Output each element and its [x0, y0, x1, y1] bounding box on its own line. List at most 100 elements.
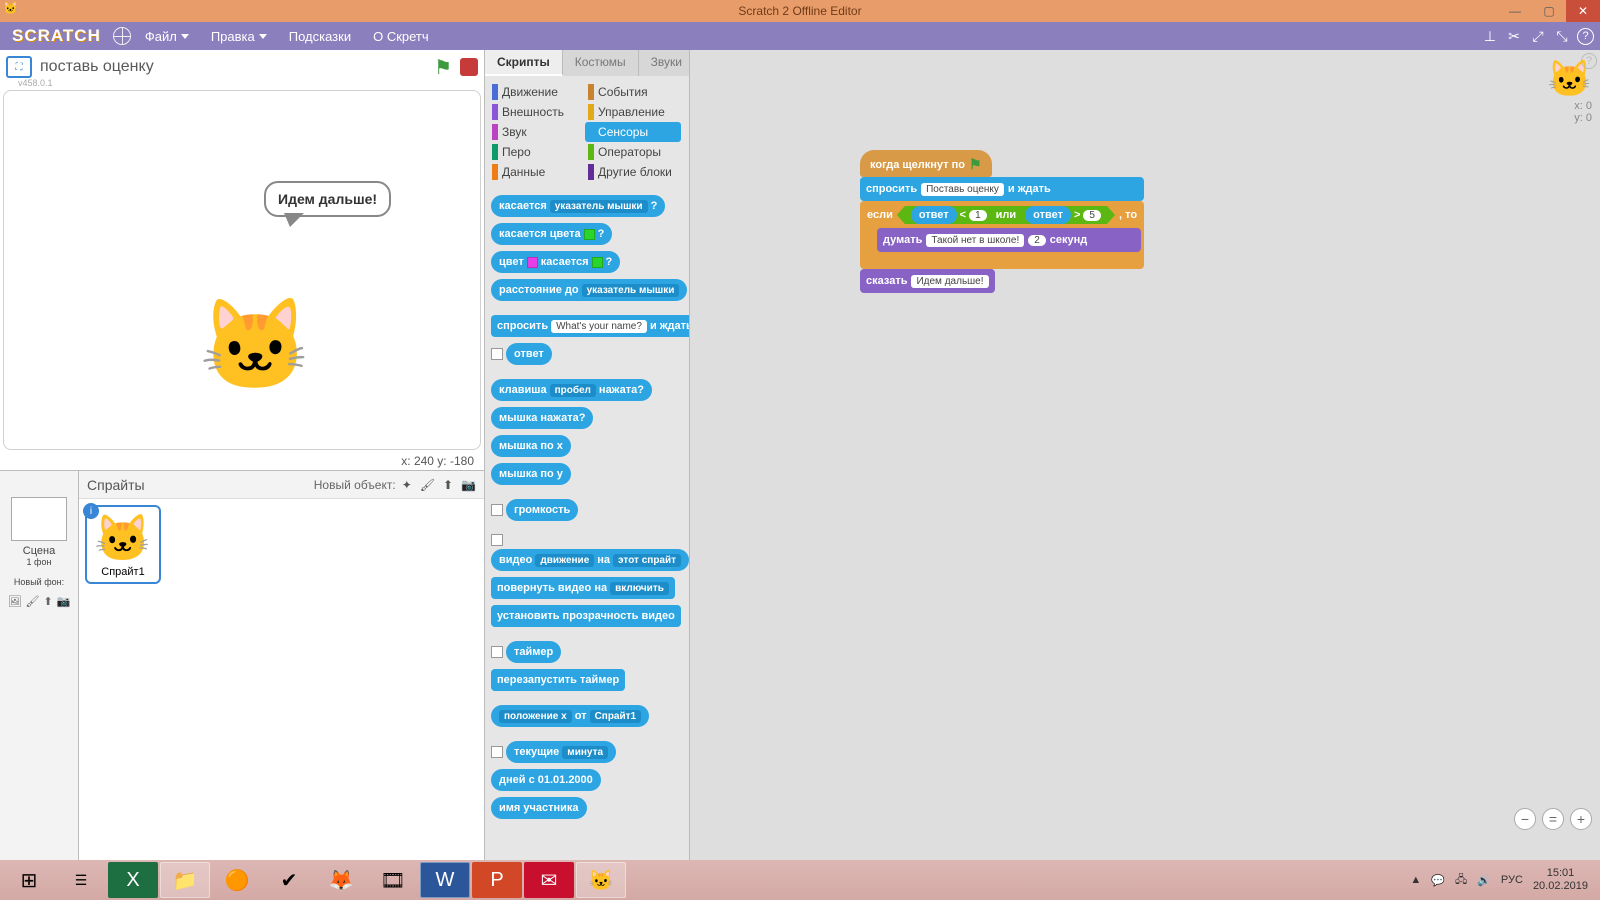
block-reset-timer[interactable]: перезапустить таймер — [491, 669, 625, 691]
minimize-button[interactable]: — — [1498, 0, 1532, 22]
stage-thumbnail[interactable] — [11, 497, 67, 541]
tab-sounds[interactable]: Звуки — [639, 50, 695, 76]
tray-network-icon[interactable]: 🖧 — [1455, 871, 1467, 890]
language-icon[interactable] — [113, 27, 131, 45]
zoom-out-icon[interactable]: − — [1514, 808, 1536, 830]
blender-icon[interactable]: 🟠 — [212, 862, 262, 898]
script-stack[interactable]: когда щелкнут по⚑ спроситьПоставь оценку… — [860, 150, 1144, 293]
block-ask-and-wait[interactable]: спроситьПоставь оценкуи ждать — [860, 177, 1144, 201]
powerpoint-icon[interactable]: P — [472, 862, 522, 898]
cat-motion[interactable]: Движение — [489, 82, 585, 102]
tips-menu[interactable]: Подсказки — [281, 29, 359, 44]
explorer-icon[interactable]: 📁 — [160, 862, 210, 898]
block-turn-video[interactable]: повернуть видео навключить — [491, 577, 675, 599]
cat-more[interactable]: Другие блоки — [585, 162, 681, 182]
help-icon[interactable]: ? — [1577, 28, 1594, 45]
tray-volume-icon[interactable]: 🔊 — [1477, 874, 1491, 887]
monitor-answer-checkbox[interactable] — [491, 348, 503, 360]
block-touching-color[interactable]: касается цвета? — [491, 223, 612, 245]
block-ask[interactable]: спроситьWhat's your name?и ждать — [491, 315, 689, 337]
block-current-time[interactable]: текущиеминута — [506, 741, 616, 763]
grow-tool-icon[interactable]: ⤢ — [1529, 27, 1547, 45]
cat-data[interactable]: Данные — [489, 162, 585, 182]
excel-icon[interactable]: X — [108, 862, 158, 898]
cat-sensing[interactable]: Сенсоры — [585, 122, 681, 142]
tray-up-icon[interactable]: ▲ — [1410, 874, 1421, 886]
block-attribute-of[interactable]: положение xотСпрайт1 — [491, 705, 649, 727]
mail-icon[interactable]: ✉ — [524, 862, 574, 898]
notes-icon[interactable]: ✔ — [264, 862, 314, 898]
maximize-button[interactable]: ▢ — [1532, 0, 1566, 22]
task-view-icon[interactable]: ☰ — [56, 862, 106, 898]
block-answer[interactable]: ответ — [506, 343, 552, 365]
scratch-taskbar-icon[interactable]: 🐱 — [576, 862, 626, 898]
menubar: SCRATCH Файл Правка Подсказки О Скретч ⊥… — [0, 22, 1600, 50]
zoom-reset-icon[interactable]: = — [1542, 808, 1564, 830]
fullscreen-icon[interactable]: ⛶ — [6, 56, 32, 78]
close-button[interactable]: ✕ — [1566, 0, 1600, 22]
cat-looks[interactable]: Внешность — [489, 102, 585, 122]
media-icon[interactable]: 🎞 — [368, 862, 418, 898]
block-key-pressed[interactable]: клавишапробелнажата? — [491, 379, 652, 401]
block-username[interactable]: имя участника — [491, 797, 587, 819]
zoom-in-icon[interactable]: + — [1570, 808, 1592, 830]
sprite-cat[interactable]: 🐱 — [199, 301, 311, 391]
sprite-item-1[interactable]: i 🐱 Спрайт1 — [85, 505, 161, 584]
about-menu[interactable]: О Скретч — [365, 29, 437, 44]
backdrop-paint-icon[interactable]: 🖌 — [26, 595, 40, 608]
block-distance-to[interactable]: расстояние доуказатель мышки — [491, 279, 687, 301]
backdrop-library-icon[interactable]: 🖼 — [8, 595, 22, 608]
cat-events[interactable]: События — [585, 82, 681, 102]
cat-pen[interactable]: Перо — [489, 142, 585, 162]
block-think-for-secs[interactable]: думатьТакой нет в школе!2секунд — [877, 228, 1141, 252]
script-help-icon[interactable]: ? — [1581, 53, 1597, 69]
backdrop-camera-icon[interactable]: 📷 — [57, 595, 71, 608]
block-loudness[interactable]: громкость — [506, 499, 578, 521]
stage[interactable]: Идем дальше! 🐱 — [3, 90, 481, 450]
edit-menu[interactable]: Правка — [203, 29, 275, 44]
block-color-touching[interactable]: цветкасается? — [491, 251, 620, 273]
monitor-timer-checkbox[interactable] — [491, 646, 503, 658]
block-touching[interactable]: касаетсяуказатель мышки? — [491, 195, 665, 217]
sprite-upload-icon[interactable]: ⬆ — [443, 478, 453, 492]
backdrop-upload-icon[interactable]: ⬆ — [44, 595, 53, 608]
firefox-icon[interactable]: 🦊 — [316, 862, 366, 898]
monitor-loudness-checkbox[interactable] — [491, 504, 503, 516]
block-mouse-x[interactable]: мышка по x — [491, 435, 571, 457]
sprite-paint-icon[interactable]: 🖌 — [420, 478, 435, 492]
shrink-tool-icon[interactable]: ⤡ — [1553, 27, 1571, 45]
monitor-video-checkbox[interactable] — [491, 534, 503, 546]
sprite-info-icon[interactable]: i — [83, 503, 99, 519]
block-video-transparency[interactable]: установить прозрачность видео — [491, 605, 681, 627]
monitor-current-checkbox[interactable] — [491, 746, 503, 758]
block-video-on[interactable]: видеодвижениенаэтот спрайт — [491, 549, 689, 571]
block-when-flag-clicked[interactable]: когда щелкнут по⚑ — [860, 150, 992, 177]
cat-control[interactable]: Управление — [585, 102, 681, 122]
block-if-then[interactable]: если ответ < 1 или ответ > 5 — [860, 201, 1144, 269]
stamp-tool-icon[interactable]: ⊥ — [1481, 27, 1499, 45]
stop-button[interactable] — [460, 58, 478, 76]
tab-costumes[interactable]: Костюмы — [563, 50, 639, 76]
tray-action-center-icon[interactable]: 💬 — [1431, 874, 1445, 887]
block-days-since-2000[interactable]: дней с 01.01.2000 — [491, 769, 601, 791]
green-flag-icon[interactable]: ⚑ — [434, 55, 452, 80]
sprite-camera-icon[interactable]: 📷 — [461, 478, 476, 492]
sprite-library-icon[interactable]: ✦ — [402, 478, 412, 492]
block-mouse-y[interactable]: мышка по y — [491, 463, 571, 485]
file-menu[interactable]: Файл — [137, 29, 197, 44]
word-icon[interactable]: W — [420, 862, 470, 898]
project-title[interactable]: поставь оценку — [40, 58, 154, 76]
cat-sound[interactable]: Звук — [489, 122, 585, 142]
tray-language[interactable]: РУС — [1501, 874, 1523, 886]
app-icon: 🐱 — [3, 1, 23, 21]
block-say[interactable]: сказатьИдем дальше! — [860, 269, 995, 293]
tray-clock[interactable]: 15:01 20.02.2019 — [1533, 867, 1588, 893]
script-area[interactable]: 🐱 x: 0 y: 0 ? когда щелкнут по⚑ спросить… — [690, 50, 1600, 870]
block-mouse-down[interactable]: мышка нажата? — [491, 407, 593, 429]
start-button[interactable]: ⊞ — [4, 862, 54, 898]
block-timer[interactable]: таймер — [506, 641, 561, 663]
cut-tool-icon[interactable]: ✂ — [1505, 27, 1523, 45]
sprites-title: Спрайты — [87, 477, 145, 493]
tab-scripts[interactable]: Скрипты — [485, 50, 563, 76]
cat-operators[interactable]: Операторы — [585, 142, 681, 162]
